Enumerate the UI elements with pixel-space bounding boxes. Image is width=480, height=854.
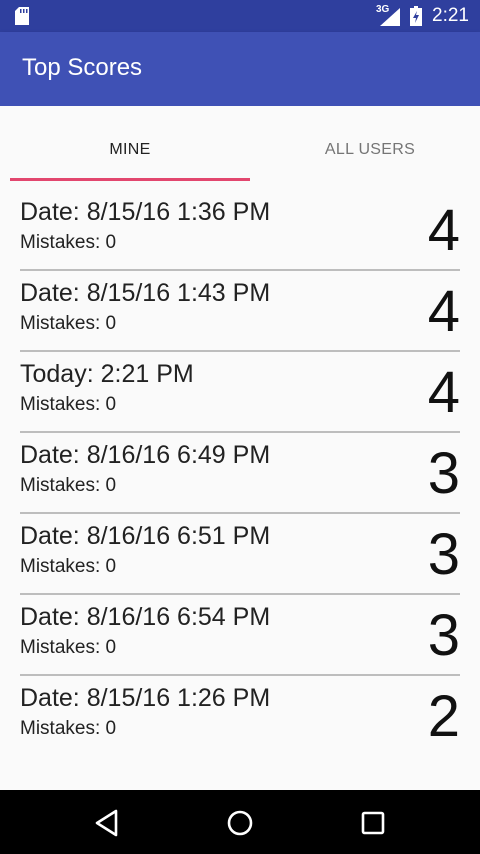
sd-card-icon <box>15 7 29 25</box>
score-mistakes: Mistakes: 0 <box>20 556 117 577</box>
list-item[interactable]: Date: 8/16/16 6:51 PM Mistakes: 0 3 <box>20 514 460 595</box>
score-value: 3 <box>427 603 460 668</box>
score-value: 3 <box>427 522 460 587</box>
score-value: 4 <box>427 360 460 425</box>
signal-icon <box>380 8 400 26</box>
page-title: Top Scores <box>22 54 143 81</box>
list-item[interactable]: Date: 8/15/16 1:43 PM Mistakes: 0 4 <box>20 271 460 352</box>
score-date: Today: 2:21 PM <box>20 360 194 388</box>
tab-mine[interactable]: MINE <box>10 106 250 182</box>
tab-bar: MINE ALL USERS <box>0 106 480 182</box>
score-date: Date: 8/15/16 1:26 PM <box>20 684 271 712</box>
score-mistakes: Mistakes: 0 <box>20 637 117 658</box>
list-item[interactable]: Today: 2:21 PM Mistakes: 0 4 <box>20 352 460 433</box>
navigation-bar <box>0 790 480 854</box>
list-item[interactable]: Date: 8/16/16 6:49 PM Mistakes: 0 3 <box>20 433 460 514</box>
score-date: Date: 8/16/16 6:54 PM <box>20 603 271 631</box>
tab-indicator <box>10 178 250 181</box>
list-item[interactable]: Date: 8/15/16 1:36 PM Mistakes: 0 4 <box>20 190 460 271</box>
score-value: 4 <box>427 198 460 263</box>
back-icon[interactable] <box>90 806 124 840</box>
battery-icon <box>410 6 422 26</box>
score-date: Date: 8/15/16 1:43 PM <box>20 279 271 307</box>
score-date: Date: 8/16/16 6:51 PM <box>20 522 271 550</box>
score-date: Date: 8/15/16 1:36 PM <box>20 198 271 226</box>
status-time: 2:21 <box>432 5 469 26</box>
score-value: 2 <box>427 684 460 749</box>
score-mistakes: Mistakes: 0 <box>20 475 117 496</box>
score-mistakes: Mistakes: 0 <box>20 394 117 415</box>
list-item[interactable]: Date: 8/15/16 1:26 PM Mistakes: 0 2 <box>20 676 460 755</box>
tab-all-users[interactable]: ALL USERS <box>250 106 480 182</box>
score-list[interactable]: Date: 8/15/16 1:36 PM Mistakes: 0 4 Date… <box>0 190 480 755</box>
recents-icon[interactable] <box>356 806 390 840</box>
score-date: Date: 8/16/16 6:49 PM <box>20 441 271 469</box>
app-bar: Top Scores <box>0 32 480 106</box>
score-value: 4 <box>427 279 460 344</box>
home-icon[interactable] <box>223 806 257 840</box>
score-mistakes: Mistakes: 0 <box>20 313 117 334</box>
score-mistakes: Mistakes: 0 <box>20 232 117 253</box>
status-bar: 3G 2:21 <box>0 0 480 32</box>
list-item[interactable]: Date: 8/16/16 6:54 PM Mistakes: 0 3 <box>20 595 460 676</box>
score-value: 3 <box>427 441 460 506</box>
score-mistakes: Mistakes: 0 <box>20 718 117 739</box>
